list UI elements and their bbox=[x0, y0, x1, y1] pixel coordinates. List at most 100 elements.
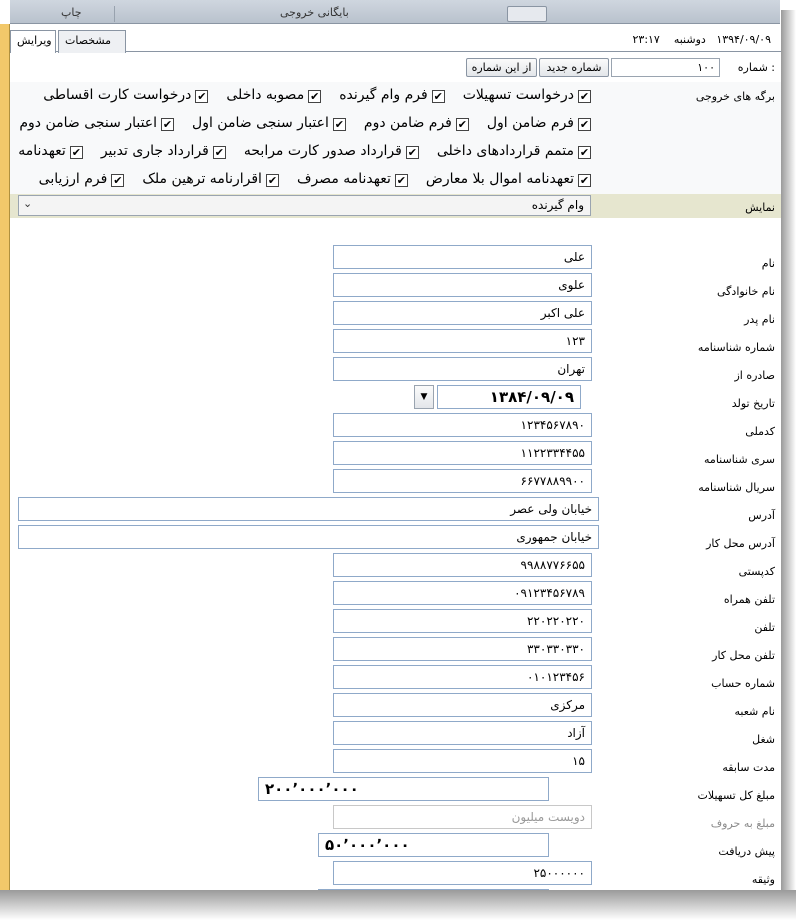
checkbox-checked-icon[interactable]: ✔ bbox=[69, 146, 83, 159]
birth-date-field[interactable]: ۱۳۸۴/۰۹/۰۹ bbox=[437, 385, 581, 409]
job-field[interactable]: آزاد bbox=[333, 721, 592, 745]
field-label: نام bbox=[761, 257, 775, 270]
output-checkbox-item[interactable]: ✔اعتبار سنجی ضامن دوم bbox=[19, 112, 175, 134]
field-label: تلفن همراه bbox=[723, 593, 775, 606]
output-checkbox-item[interactable]: ✔درخواست کارت اقساطی bbox=[43, 84, 209, 106]
field-label: شماره شناسنامه bbox=[697, 341, 775, 354]
checkbox-checked-icon[interactable]: ✔ bbox=[431, 90, 445, 103]
output-checkbox-item[interactable]: ✔قرارداد صدور کارت مرابحه bbox=[244, 140, 419, 162]
checkbox-checked-icon[interactable]: ✔ bbox=[578, 90, 591, 103]
form-row: وثیقه ۲۵۰۰۰۰۰۰ bbox=[10, 861, 781, 889]
output-checkbox-label: قرارداد جاری تدبیر bbox=[100, 143, 209, 159]
national-code-field[interactable]: ۱۲۳۴۵۶۷۸۹۰ bbox=[333, 413, 592, 437]
output-checkbox-label: اعتبار سنجی ضامن اول bbox=[192, 115, 329, 131]
field-label: نام شعبه bbox=[734, 705, 775, 718]
field-label: نام پدر bbox=[744, 313, 775, 326]
checkbox-checked-icon[interactable]: ✔ bbox=[394, 174, 408, 187]
output-checkbox-label: فرم ارزیابی bbox=[38, 171, 108, 187]
output-checkbox-item[interactable]: ✔اقرارنامه ترهین ملک bbox=[142, 168, 279, 190]
status-datetime: ۱۳۹۴/۰۹/۰۹ دوشنبه ۲۳:۱۷ bbox=[633, 33, 772, 46]
father-name-field[interactable]: علی اکبر bbox=[333, 301, 592, 325]
field-label: تلفن محل کار bbox=[712, 649, 775, 662]
checkbox-checked-icon[interactable]: ✔ bbox=[578, 146, 591, 159]
form-row: تاریخ تولد ۱۳۸۴/۰۹/۰۹ ▼ bbox=[10, 385, 781, 413]
experience-field[interactable]: ۱۵ bbox=[333, 749, 592, 773]
checkbox-checked-icon[interactable]: ✔ bbox=[265, 174, 279, 187]
output-checkbox-item[interactable]: ✔ تعهدنامه اموال بلا معارض bbox=[426, 168, 591, 190]
address-field[interactable]: خیابان ولی عصر bbox=[18, 497, 599, 521]
main-window: ویرایش مشخصات ۱۳۹۴/۰۹/۰۹ دوشنبه ۲۳:۱۷ شم… bbox=[10, 24, 781, 914]
id-number-field[interactable]: ۱۲۳ bbox=[333, 329, 592, 353]
output-checkbox-label: درخواست تسهیلات bbox=[462, 87, 574, 103]
form-row: نام شعبه مرکزی bbox=[10, 693, 781, 721]
number-input[interactable]: ۱۰۰ bbox=[611, 58, 720, 77]
output-checkbox-item[interactable]: ✔فرم ضامن دوم bbox=[364, 112, 469, 134]
toolbar-button[interactable] bbox=[507, 6, 547, 22]
form-row: تلفن همراه ۰۹۱۲۳۴۵۶۷۸۹ bbox=[10, 581, 781, 609]
output-checkbox-label: مصوبه داخلی bbox=[226, 87, 305, 103]
form-row: سری شناسنامه ۱۱۲۲۳۳۴۴۵۵ bbox=[10, 441, 781, 469]
output-checkbox-label: فرم وام گیرنده bbox=[339, 87, 428, 103]
output-checkbox-label: قرارداد صدور کارت مرابحه bbox=[243, 143, 402, 159]
checkbox-checked-icon[interactable]: ✔ bbox=[111, 174, 125, 187]
output-checkbox-item[interactable]: ✔فرم وام گیرنده bbox=[339, 84, 445, 106]
form-row: سریال شناسنامه ۶۶۷۷۸۸۹۹۰۰ bbox=[10, 469, 781, 497]
output-archive-button[interactable]: بایگانی خروجی bbox=[250, 6, 370, 22]
account-number-field[interactable]: ۰۱۰۱۲۳۴۵۶ bbox=[333, 665, 592, 689]
output-checkbox-item[interactable]: ✔اعتبار سنجی ضامن اول bbox=[192, 112, 346, 134]
checkbox-checked-icon[interactable]: ✔ bbox=[578, 174, 591, 187]
postal-code-field[interactable]: ۹۹۸۸۷۷۶۶۵۵ bbox=[333, 553, 592, 577]
branch-name-field[interactable]: مرکزی bbox=[333, 693, 592, 717]
id-series-field[interactable]: ۱۱۲۲۳۳۴۴۵۵ bbox=[333, 441, 592, 465]
display-select[interactable]: وام گیرنده ⌄ bbox=[18, 195, 591, 216]
output-checkbox-item[interactable]: ✔ درخواست تسهیلات bbox=[463, 84, 591, 106]
output-checkbox-item[interactable]: ✔تعهدنامه bbox=[18, 140, 83, 162]
checkbox-checked-icon[interactable]: ✔ bbox=[455, 118, 469, 131]
tab-edit[interactable]: ویرایش bbox=[10, 30, 56, 53]
output-checkbox-item[interactable]: ✔مصوبه داخلی bbox=[226, 84, 322, 106]
print-button[interactable]: چاپ bbox=[55, 6, 115, 22]
work-address-field[interactable]: خیابان جمهوری bbox=[18, 525, 599, 549]
display-selected-value: وام گیرنده bbox=[531, 198, 584, 212]
date-dropdown-icon[interactable]: ▼ bbox=[414, 385, 434, 409]
family-name-field[interactable]: علوی bbox=[333, 273, 592, 297]
work-phone-field[interactable]: ۳۳۰۳۳۰۳۳۰ bbox=[333, 637, 592, 661]
total-loan-amount-field[interactable]: ۲۰۰٬۰۰۰٬۰۰۰ bbox=[258, 777, 549, 801]
checkbox-checked-icon[interactable]: ✔ bbox=[161, 118, 175, 131]
id-serial-field[interactable]: ۶۶۷۷۸۸۹۹۰۰ bbox=[333, 469, 592, 493]
output-checkbox-item[interactable]: ✔تعهدنامه مصرف bbox=[297, 168, 408, 190]
checkbox-checked-icon[interactable]: ✔ bbox=[332, 118, 346, 131]
checkbox-checked-icon[interactable]: ✔ bbox=[405, 146, 419, 159]
tab-properties[interactable]: مشخصات bbox=[58, 30, 126, 53]
name-field[interactable]: علی bbox=[333, 245, 592, 269]
new-number-button[interactable]: شماره جدید bbox=[539, 58, 609, 77]
output-checkbox-row: ✔درخواست تسهیلات✔فرم وام گیرنده✔مصوبه دا… bbox=[10, 84, 591, 108]
field-label: صادره از bbox=[734, 369, 775, 382]
output-checkbox-item[interactable]: ✔ فرم ضامن اول bbox=[487, 112, 591, 134]
field-label: شغل bbox=[752, 733, 775, 746]
checkbox-checked-icon[interactable]: ✔ bbox=[212, 146, 226, 159]
form-row: نام پدر علی اکبر bbox=[10, 301, 781, 329]
form-row: کدملی ۱۲۳۴۵۶۷۸۹۰ bbox=[10, 413, 781, 441]
form-row: کدپستی ۹۹۸۸۷۷۶۶۵۵ bbox=[10, 553, 781, 581]
number-row: شماره : ۱۰۰ شماره جدید از این شماره bbox=[10, 57, 781, 79]
issued-from-field[interactable]: تهران bbox=[333, 357, 592, 381]
output-checkbox-item[interactable]: ✔قرارداد جاری تدبیر bbox=[101, 140, 226, 162]
checkbox-checked-icon[interactable]: ✔ bbox=[578, 118, 591, 131]
checkbox-checked-icon[interactable]: ✔ bbox=[308, 90, 322, 103]
form-row: شغل آزاد bbox=[10, 721, 781, 749]
output-checkbox-label: فرم ضامن اول bbox=[486, 115, 574, 131]
field-label: مدت سابقه bbox=[722, 761, 775, 774]
checkbox-checked-icon[interactable]: ✔ bbox=[195, 90, 209, 103]
prepayment-field[interactable]: ۵۰٬۰۰۰٬۰۰۰ bbox=[318, 833, 549, 857]
output-checkbox-item[interactable]: ✔ متمم قراردادهای داخلی bbox=[437, 140, 591, 162]
output-sheets-section: برگه های خروجی ✔درخواست تسهیلات✔فرم وام … bbox=[10, 82, 781, 194]
form-row: مدت سابقه ۱۵ bbox=[10, 749, 781, 777]
form-row: آدرس خیابان ولی عصر bbox=[10, 497, 781, 525]
collateral-field[interactable]: ۲۵۰۰۰۰۰۰ bbox=[333, 861, 592, 885]
field-label: آدرس محل کار bbox=[706, 537, 775, 550]
mobile-field[interactable]: ۰۹۱۲۳۴۵۶۷۸۹ bbox=[333, 581, 592, 605]
phone-field[interactable]: ۲۲۰۲۲۰۲۲۰ bbox=[333, 609, 592, 633]
output-checkbox-item[interactable]: ✔فرم ارزیابی bbox=[39, 168, 125, 190]
from-number-button[interactable]: از این شماره bbox=[466, 58, 537, 77]
